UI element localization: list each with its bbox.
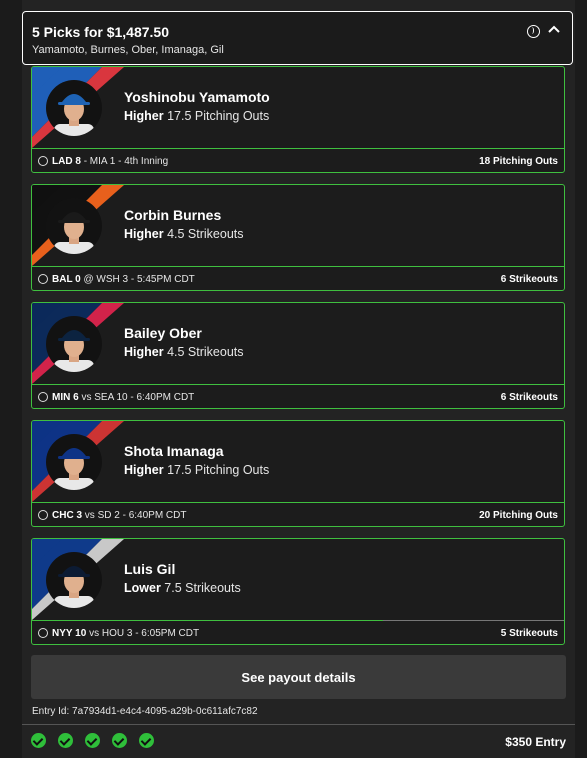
check-icon xyxy=(85,733,100,748)
player-avatar xyxy=(46,80,102,136)
player-name: Luis Gil xyxy=(124,561,176,577)
pick-target: 17.5 Pitching Outs xyxy=(167,463,270,477)
pick-line: Higher 4.5 Strikeouts xyxy=(124,345,244,359)
chevron-up-icon[interactable] xyxy=(547,23,561,37)
pick-direction: Lower xyxy=(124,581,161,595)
game-status: LAD 8 - MIA 1 - 4th Inning xyxy=(52,156,168,167)
player-headshot-icon xyxy=(54,330,94,372)
entry-header[interactable]: 5 Picks for $1,487.50 Yamamoto, Burnes, … xyxy=(22,11,573,65)
game-progress-bar xyxy=(32,620,384,621)
pick-direction: Higher xyxy=(124,109,164,123)
check-icon xyxy=(58,733,73,748)
game-team-score: NYY 10 xyxy=(52,628,87,639)
card-divider xyxy=(32,148,564,149)
current-stat: 5 Strikeouts xyxy=(500,628,558,639)
player-name: Bailey Ober xyxy=(124,325,202,341)
current-stat: 20 Pitching Outs xyxy=(479,510,558,521)
pick-target: 4.5 Strikeouts xyxy=(167,345,244,359)
entry-amount: $350 Entry xyxy=(505,735,566,749)
current-stat: 6 Strikeouts xyxy=(500,392,558,403)
see-payout-details-button[interactable]: See payout details xyxy=(31,655,566,699)
pick-direction: Higher xyxy=(124,227,164,241)
player-avatar xyxy=(46,198,102,254)
pick-direction: Higher xyxy=(124,345,164,359)
player-headshot-icon xyxy=(54,566,94,608)
game-details: @ WSH 3 - 5:45PM CDT xyxy=(83,274,195,285)
player-name: Shota Imanaga xyxy=(124,443,224,459)
game-details: vs HOU 3 - 6:05PM CDT xyxy=(89,628,200,639)
game-team-score: LAD 8 xyxy=(52,156,81,167)
pick-target: 4.5 Strikeouts xyxy=(167,227,244,241)
entry-id: Entry Id: 7a7934d1-e4c4-4095-a29b-0c611a… xyxy=(32,706,258,717)
game-status: NYY 10 vs HOU 3 - 6:05PM CDT xyxy=(52,628,199,639)
entry-title: 5 Picks for $1,487.50 xyxy=(32,24,169,40)
player-avatar xyxy=(46,434,102,490)
player-headshot-icon xyxy=(54,212,94,254)
baseball-icon xyxy=(38,156,48,166)
player-name: Corbin Burnes xyxy=(124,207,222,223)
pick-line: Higher 17.5 Pitching Outs xyxy=(124,109,269,123)
baseball-icon xyxy=(38,510,48,520)
current-stat: 6 Strikeouts xyxy=(500,274,558,285)
baseball-icon xyxy=(38,628,48,638)
game-status: MIN 6 vs SEA 10 - 6:40PM CDT xyxy=(52,392,194,403)
pick-line: Higher 17.5 Pitching Outs xyxy=(124,463,269,477)
pick-target: 7.5 Strikeouts xyxy=(164,581,241,595)
game-team-score: MIN 6 xyxy=(52,392,79,403)
game-status: CHC 3 vs SD 2 - 6:40PM CDT xyxy=(52,510,187,521)
game-details: vs SD 2 - 6:40PM CDT xyxy=(84,510,187,521)
card-divider xyxy=(32,266,564,267)
game-team-score: BAL 0 xyxy=(52,274,81,285)
divider xyxy=(22,724,575,725)
players-summary: Yamamoto, Burnes, Ober, Imanaga, Gil xyxy=(32,44,224,56)
pick-direction: Higher xyxy=(124,463,164,477)
pick-result-checks xyxy=(31,733,166,751)
check-icon xyxy=(139,733,154,748)
pick-card[interactable]: Luis Gil Lower 7.5 Strikeouts NYY 10 vs … xyxy=(31,538,565,645)
game-status: BAL 0 @ WSH 3 - 5:45PM CDT xyxy=(52,274,195,285)
pick-target: 17.5 Pitching Outs xyxy=(167,109,270,123)
game-progress-remaining xyxy=(383,620,564,621)
game-team-score: CHC 3 xyxy=(52,510,83,521)
pick-line: Lower 7.5 Strikeouts xyxy=(124,581,241,595)
baseball-icon xyxy=(527,25,540,38)
pick-card[interactable]: Yoshinobu Yamamoto Higher 17.5 Pitching … xyxy=(31,66,565,173)
current-stat: 18 Pitching Outs xyxy=(479,156,558,167)
baseball-icon xyxy=(38,274,48,284)
pick-card[interactable]: Bailey Ober Higher 4.5 Strikeouts MIN 6 … xyxy=(31,302,565,409)
pick-card[interactable]: Shota Imanaga Higher 17.5 Pitching Outs … xyxy=(31,420,565,527)
check-icon xyxy=(112,733,127,748)
baseball-icon xyxy=(38,392,48,402)
player-avatar xyxy=(46,316,102,372)
card-divider xyxy=(32,384,564,385)
game-details: - MIA 1 - 4th Inning xyxy=(83,156,169,167)
card-divider xyxy=(32,502,564,503)
player-headshot-icon xyxy=(54,448,94,490)
pick-line: Higher 4.5 Strikeouts xyxy=(124,227,244,241)
player-headshot-icon xyxy=(54,94,94,136)
player-name: Yoshinobu Yamamoto xyxy=(124,89,270,105)
pick-card[interactable]: Corbin Burnes Higher 4.5 Strikeouts BAL … xyxy=(31,184,565,291)
check-icon xyxy=(31,733,46,748)
player-avatar xyxy=(46,552,102,608)
game-details: vs SEA 10 - 6:40PM CDT xyxy=(81,392,195,403)
